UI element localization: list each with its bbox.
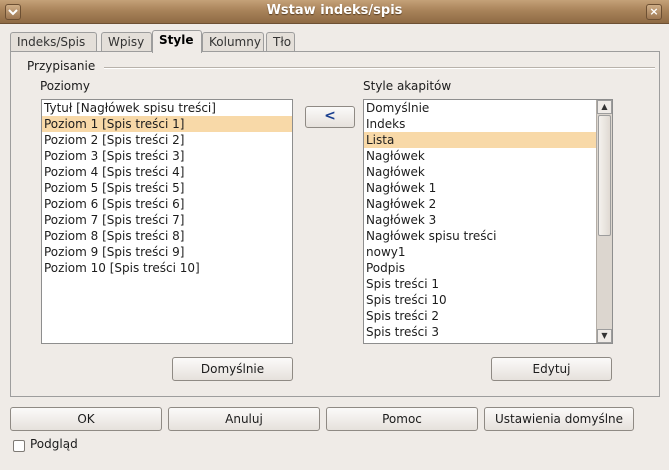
level-list-item[interactable]: Poziom 7 [Spis treści 7] [42,212,292,228]
style-list-item[interactable]: Spis treści 1 [364,276,612,292]
style-list-item[interactable]: Nagłówek 1 [364,180,612,196]
scrollbar-thumb[interactable] [598,115,611,236]
style-list-item[interactable]: Nagłówek 2 [364,196,612,212]
paragraph-styles-list[interactable]: Domyślnie Indeks Lista Nagłówek Nagłówek Nagł… [363,99,613,344]
reset-defaults-button[interactable]: Ustawienia domyślne [484,407,634,431]
assignment-section-label: Przypisanie [27,59,96,73]
tab-columns[interactable]: Kolumny [202,32,264,52]
reset-defaults-label: Ustawienia domyślne [494,412,624,426]
cancel-label: Anuluj [225,412,263,426]
scroll-down-icon[interactable]: ▼ [597,329,612,343]
style-list-item[interactable]: Spis treści 2 [364,308,612,324]
ok-label: OK [77,412,95,426]
tab-entries[interactable]: Wpisy [101,32,152,52]
style-list-item[interactable]: Nagłówek 3 [364,212,612,228]
edit-style-button[interactable]: Edytuj [491,357,612,381]
levels-label: Poziomy [40,79,90,93]
tab-background[interactable]: Tło [266,32,295,52]
tab-index-list[interactable]: Indeks/Spis [10,32,97,52]
styles-scrollbar[interactable]: ▲ ▼ [596,100,612,343]
style-list-item[interactable]: Domyślnie [364,100,612,116]
title-bar: Wstaw indeks/spis × [0,0,669,24]
style-list-item[interactable]: Spis treści 10 [364,292,612,308]
preview-label[interactable]: Podgląd [30,437,78,451]
style-list-item[interactable]: Nagłówek [364,148,612,164]
scroll-up-icon[interactable]: ▲ [597,100,612,114]
default-style-button[interactable]: Domyślnie [172,357,293,381]
style-list-item[interactable]: nowy1 [364,244,612,260]
style-list-item[interactable]: Lista [364,132,612,148]
style-list-item[interactable]: Spis treści 3 [364,324,612,340]
level-list-item[interactable]: Poziom 2 [Spis treści 2] [42,132,292,148]
help-label: Pomoc [382,412,422,426]
levels-list[interactable]: Tytuł [Nagłówek spisu treści] Poziom 1 [S… [41,99,293,344]
ok-button[interactable]: OK [10,407,162,431]
preview-checkbox[interactable] [13,440,25,452]
style-list-item[interactable]: Podpis [364,260,612,276]
level-list-item[interactable]: Poziom 8 [Spis treści 8] [42,228,292,244]
level-list-item[interactable]: Poziom 10 [Spis treści 10] [42,260,292,276]
paragraph-styles-label: Style akapitów [363,79,452,93]
level-list-item[interactable]: Poziom 6 [Spis treści 6] [42,196,292,212]
default-style-label: Domyślnie [200,362,265,376]
level-list-item[interactable]: Tytuł [Nagłówek spisu treści] [42,100,292,116]
level-list-item[interactable]: Poziom 9 [Spis treści 9] [42,244,292,260]
level-list-item[interactable]: Poziom 1 [Spis treści 1] [42,116,292,132]
level-list-item[interactable]: Poziom 4 [Spis treści 4] [42,164,292,180]
close-icon[interactable]: × [646,4,662,20]
style-list-item[interactable]: Nagłówek spisu treści [364,228,612,244]
edit-style-label: Edytuj [532,362,571,376]
cancel-button[interactable]: Anuluj [168,407,320,431]
style-list-item[interactable]: Nagłówek [364,164,612,180]
tab-styles[interactable]: Style [152,30,202,53]
style-list-item[interactable]: Indeks [364,116,612,132]
assign-style-button[interactable]: < [305,106,355,128]
level-list-item[interactable]: Poziom 3 [Spis treści 3] [42,148,292,164]
level-list-item[interactable]: Poziom 5 [Spis treści 5] [42,180,292,196]
window-title: Wstaw indeks/spis [266,3,403,18]
help-button[interactable]: Pomoc [326,407,478,431]
section-divider [104,67,655,69]
